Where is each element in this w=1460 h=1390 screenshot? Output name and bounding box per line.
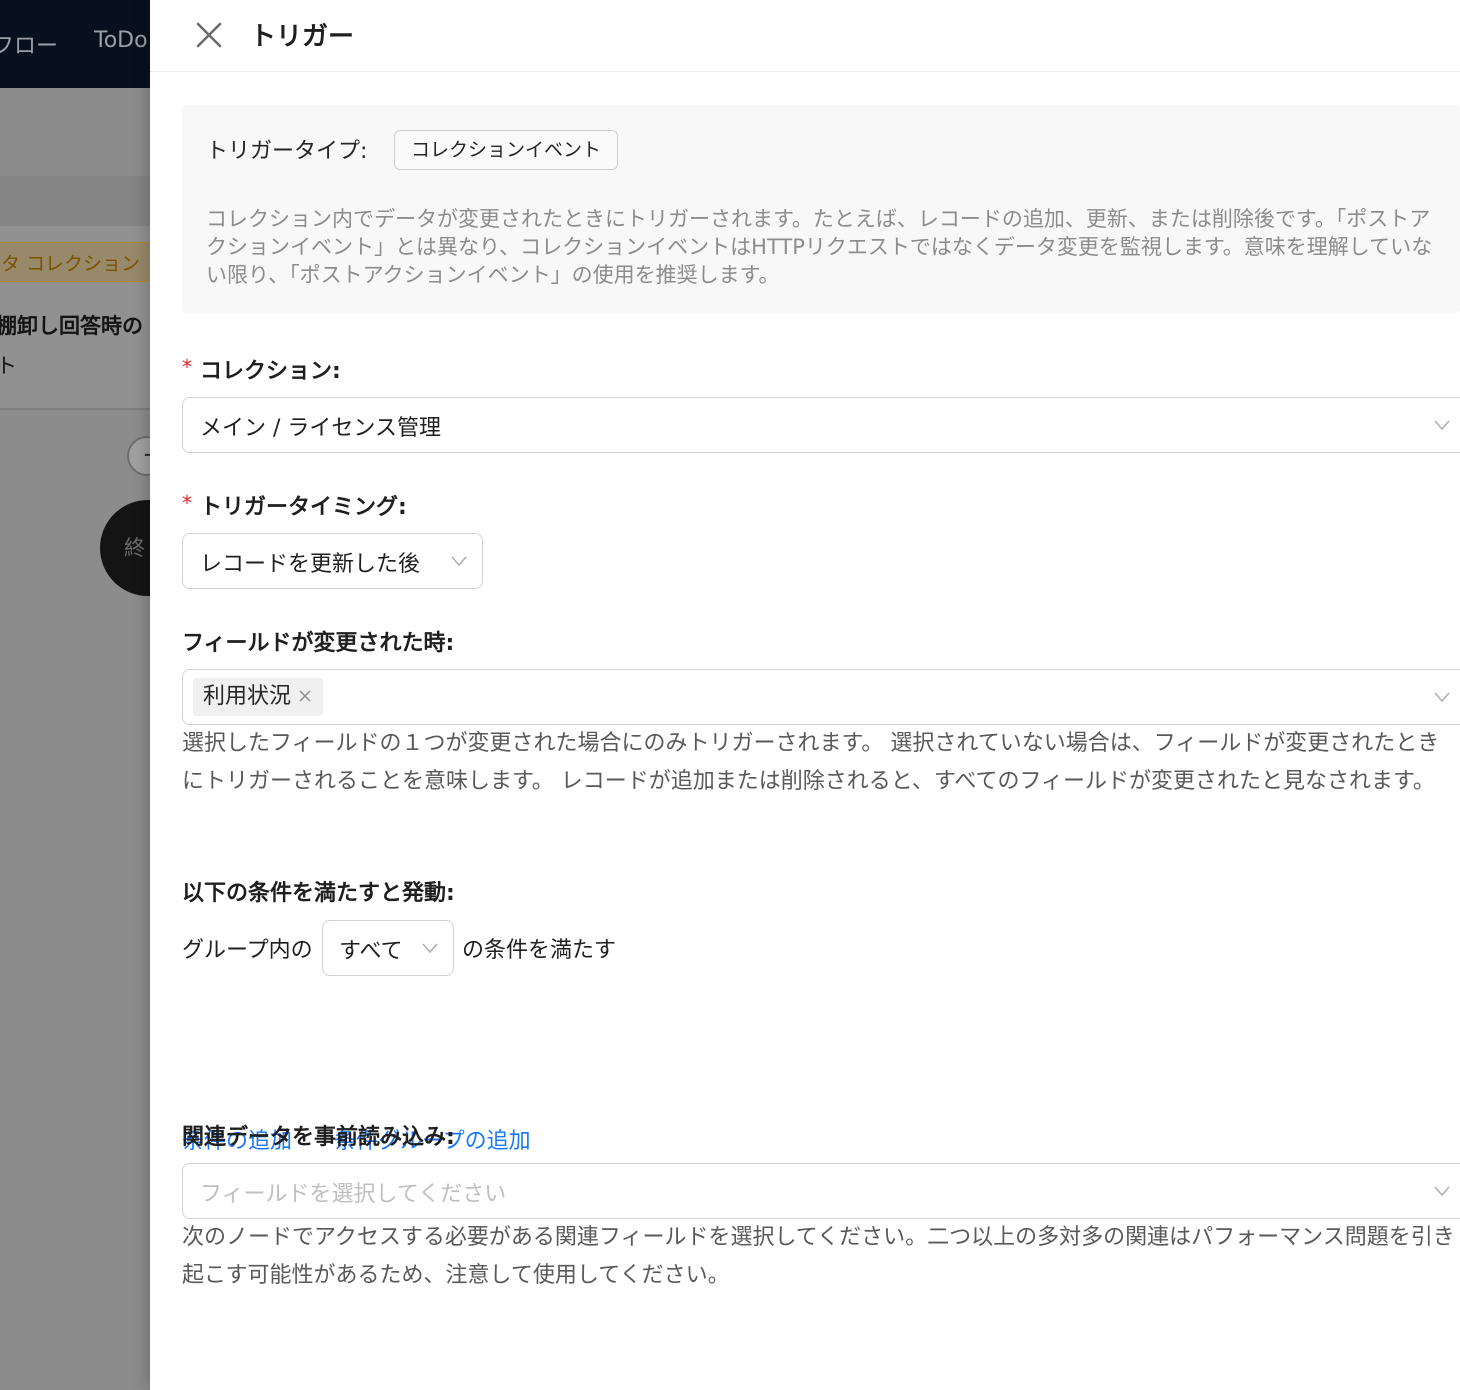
add-node-button: +: [127, 436, 150, 476]
condition-suffix: の条件を満たす: [462, 938, 617, 963]
changed-fields-help: 選択したフィールドの１つが変更された場合にのみトリガーされます。 選択されていな…: [182, 731, 1440, 794]
chevron-down-icon: [422, 943, 438, 954]
timing-label-text: トリガータイミング:: [200, 495, 407, 520]
conditions-label: 以下の条件を満たすと発動:: [182, 881, 455, 906]
close-icon[interactable]: [192, 18, 226, 52]
timing-select-value: レコードを更新した後: [200, 552, 421, 577]
preload-select[interactable]: フィールドを選択してください: [182, 1163, 1460, 1219]
background-card-subtitle: ト: [0, 354, 17, 378]
condition-mode-select[interactable]: すべて: [322, 920, 454, 976]
trigger-type-description: コレクション内でデータが変更されたときにトリガーされます。たとえば、レコードの追…: [206, 207, 1433, 287]
preload-label: 関連データを事前読み込み:: [182, 1125, 455, 1150]
collection-select[interactable]: メイン / ライセンス管理: [182, 397, 1460, 453]
condition-prefix: グループ内の: [182, 938, 313, 963]
preload-help: 次のノードでアクセスする必要がある関連フィールドを選択してください。二つ以上の多…: [182, 1225, 1455, 1288]
required-mark: *: [182, 355, 192, 379]
nav-item-todo: ToDo: [94, 28, 148, 53]
collection-label: * コレクション:: [182, 353, 341, 385]
end-node: 終: [100, 500, 150, 596]
changed-fields-select[interactable]: 利用状況: [182, 669, 1460, 725]
preload-placeholder: フィールドを選択してください: [200, 1182, 507, 1207]
timing-label: * トリガータイミング:: [182, 489, 407, 521]
changed-fields-label: フィールドが変更された時:: [182, 631, 455, 656]
required-mark: *: [182, 491, 192, 515]
drawer-title: トリガー: [250, 22, 355, 52]
field-chip: 利用状況: [193, 678, 324, 716]
background-band: [0, 176, 150, 226]
background-topbar: フロー ToDo: [0, 0, 150, 88]
background-app: フロー ToDo タ コレクション 棚卸し回答時の ト + 終: [0, 0, 150, 1390]
trigger-type-label: トリガータイプ:: [206, 139, 368, 164]
chevron-down-icon: [1434, 420, 1450, 431]
background-card-title: 棚卸し回答時の: [0, 314, 143, 338]
remove-chip-icon[interactable]: [297, 688, 313, 704]
chevron-down-icon: [1434, 692, 1450, 703]
collection-select-value: メイン / ライセンス管理: [200, 416, 441, 441]
timing-select[interactable]: レコードを更新した後: [182, 533, 483, 589]
collection-label-text: コレクション:: [200, 359, 341, 384]
chevron-down-icon: [1434, 1186, 1450, 1197]
nav-item-flow: フロー: [0, 34, 59, 59]
trigger-drawer: トリガー トリガータイプ: コレクションイベント コレクション内でデータが変更さ…: [150, 0, 1460, 1390]
condition-mode-value: すべて: [339, 939, 403, 964]
field-chip-label: 利用状況: [203, 684, 292, 709]
background-collection-tag: タ コレクション: [0, 242, 150, 282]
chevron-down-icon: [451, 556, 467, 567]
trigger-type-info: トリガータイプ: コレクションイベント コレクション内でデータが変更されたときに…: [182, 105, 1460, 313]
trigger-type-tag: コレクションイベント: [394, 130, 619, 170]
drawer-header: トリガー: [150, 0, 1460, 72]
condition-group-row: グループ内の すべて の条件を満たす: [182, 920, 982, 976]
